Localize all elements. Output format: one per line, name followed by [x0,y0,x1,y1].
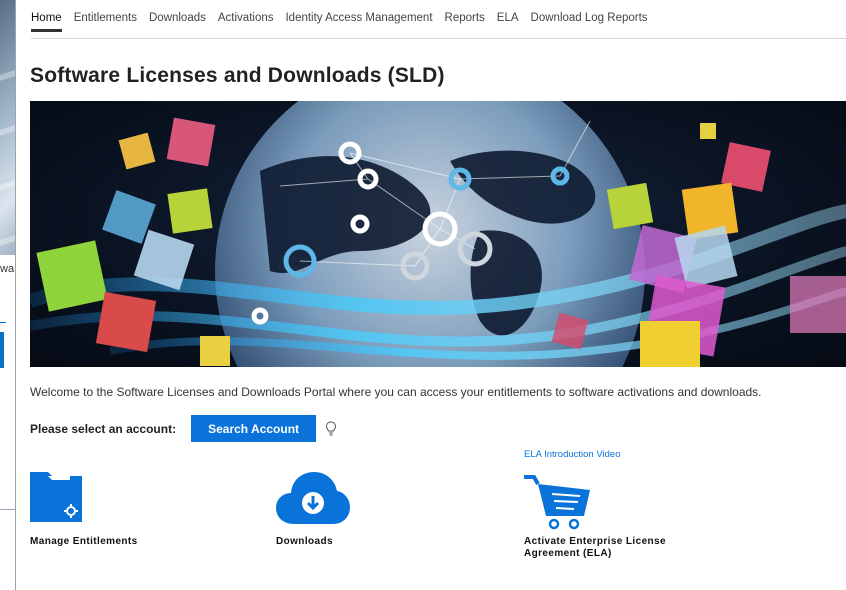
background-divider [0,322,6,323]
shopping-cart-icon [524,475,590,530]
background-blue-block [0,332,4,368]
background-window-text: wa [0,263,15,275]
nav-activations[interactable]: Activations [218,12,274,32]
cloud-download-icon [276,472,350,524]
nav-reports[interactable]: Reports [445,12,485,32]
activate-ela-tile[interactable]: Activate Enterprise License Agreement (E… [524,470,724,570]
account-selector-row: Please select an account: Search Account [30,415,337,442]
folder-gear-icon [30,472,82,522]
main-window: Home Entitlements Downloads Activations … [15,0,846,590]
account-label: Please select an account: [30,421,177,436]
nav-entitlements[interactable]: Entitlements [74,12,137,32]
activate-ela-label: Activate Enterprise License Agreement (E… [524,536,666,559]
page-title: Software Licenses and Downloads (SLD) [30,64,445,87]
lightbulb-icon[interactable] [325,420,337,437]
globe-network-illustration [30,101,846,367]
nav-downloads[interactable]: Downloads [149,12,206,32]
nav-divider [31,38,846,39]
downloads-label: Downloads [276,536,333,547]
top-nav: Home Entitlements Downloads Activations … [31,12,648,32]
manage-entitlements-label: Manage Entitlements [30,536,138,547]
ela-introduction-video-link[interactable]: ELA Introduction Video [524,449,620,460]
nav-identity-access-management[interactable]: Identity Access Management [285,12,432,32]
downloads-tile[interactable]: Downloads [276,470,396,555]
nav-home[interactable]: Home [31,12,62,32]
nav-ela[interactable]: ELA [497,12,519,32]
manage-entitlements-tile[interactable]: Manage Entitlements [30,470,190,555]
hero-banner [30,101,846,367]
search-account-button[interactable]: Search Account [191,415,317,442]
welcome-text: Welcome to the Software Licenses and Dow… [30,385,762,399]
nav-download-log-reports[interactable]: Download Log Reports [531,12,648,32]
